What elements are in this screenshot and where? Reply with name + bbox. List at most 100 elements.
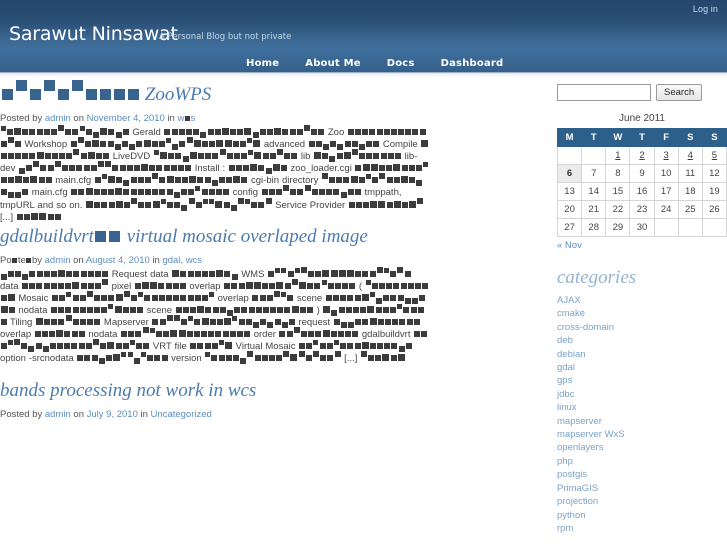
category-link[interactable]: debian <box>557 349 586 360</box>
calendar-day-anchor[interactable]: 4 <box>688 150 693 161</box>
nav-link-docs[interactable]: Docs <box>374 50 428 72</box>
category-list-item[interactable]: jdbc <box>557 388 727 401</box>
meta-category-link[interactable]: Uncategorized <box>151 409 212 420</box>
category-link[interactable]: mapserver <box>557 416 602 427</box>
site-title[interactable]: Sarawut Ninsawat <box>9 23 178 45</box>
category-list-item[interactable]: linux <box>557 401 727 414</box>
nav-item-about-me[interactable]: About Me <box>292 50 373 72</box>
post-title-link[interactable]: gdalbuildvrt virtual mosaic overlaped im… <box>0 226 368 247</box>
calendar-day-link[interactable]: 1 <box>605 146 631 165</box>
calendar-day[interactable]: 29 <box>605 218 631 237</box>
nav-link-home[interactable]: Home <box>233 50 292 72</box>
category-link[interactable]: deb <box>557 335 573 346</box>
search-input[interactable] <box>557 84 651 101</box>
calendar-day-anchor[interactable]: 1 <box>615 150 620 161</box>
post-title-link[interactable]: bands processing not work in wcs <box>0 380 256 401</box>
category-list-item[interactable]: projection <box>557 495 727 508</box>
calendar-day-anchor[interactable]: 5 <box>712 150 717 161</box>
calendar-day[interactable]: 24 <box>653 200 679 219</box>
calendar-prev-link[interactable]: « Nov <box>557 240 582 251</box>
category-list-item[interactable]: cmake <box>557 307 727 320</box>
calendar-day[interactable]: 20 <box>556 200 583 219</box>
category-link[interactable]: PrimaGIS <box>557 483 598 494</box>
category-link[interactable]: projection <box>557 496 598 507</box>
category-link[interactable]: mapserver WxS <box>557 429 625 440</box>
nav-item-dashboard[interactable]: Dashboard <box>428 50 517 72</box>
category-list-item[interactable]: mapserver WxS <box>557 428 727 441</box>
meta-author-link[interactable]: admin <box>45 255 71 266</box>
calendar-day[interactable]: 11 <box>677 164 703 183</box>
calendar-day[interactable]: 16 <box>629 182 655 201</box>
category-list-item[interactable]: openlayers <box>557 441 727 454</box>
meta-category-link[interactable]: gdal, wcs <box>162 255 202 266</box>
category-link[interactable]: gdal <box>557 362 575 373</box>
calendar-day[interactable]: 13 <box>556 182 583 201</box>
category-list-item[interactable]: mapserver <box>557 415 727 428</box>
calendar-day[interactable]: 26 <box>701 200 727 219</box>
meta-author-link[interactable]: admin <box>45 409 71 420</box>
category-list-item[interactable]: php <box>557 455 727 468</box>
nav-link-about-me[interactable]: About Me <box>292 50 373 72</box>
category-list-item[interactable]: postgis <box>557 468 727 481</box>
meta-date-link[interactable]: August 4, 2010 <box>86 255 150 266</box>
log-in-link[interactable]: Log in <box>693 4 718 14</box>
category-link[interactable]: jdbc <box>557 389 574 400</box>
calendar-day-link[interactable]: 5 <box>701 146 727 165</box>
meta-category-link[interactable]: ws <box>177 113 195 124</box>
category-link[interactable]: AJAX <box>557 295 581 306</box>
excerpt-word: advanced <box>263 139 306 151</box>
calendar-day[interactable]: 19 <box>701 182 727 201</box>
calendar-day-anchor[interactable]: 3 <box>663 150 668 161</box>
calendar-day[interactable]: 12 <box>701 164 727 183</box>
category-link[interactable]: cmake <box>557 308 585 319</box>
nav-item-home[interactable]: Home <box>233 50 292 72</box>
category-link[interactable]: python <box>557 510 586 521</box>
calendar-day[interactable]: 7 <box>581 164 607 183</box>
category-list-item[interactable]: rpm <box>557 522 727 535</box>
category-list-item[interactable]: gdal <box>557 361 727 374</box>
calendar-day[interactable]: 18 <box>677 182 703 201</box>
category-list-item[interactable]: debian <box>557 348 727 361</box>
meta-date-link[interactable]: November 4, 2010 <box>87 113 165 124</box>
post-title-link[interactable]: ZooWPS <box>0 80 211 105</box>
category-link[interactable]: cross-domain <box>557 322 614 333</box>
calendar-day[interactable]: 21 <box>581 200 607 219</box>
calendar-day[interactable]: 9 <box>629 164 655 183</box>
calendar-day[interactable]: 15 <box>605 182 631 201</box>
category-list-item[interactable]: gps <box>557 374 727 387</box>
category-list-item[interactable]: AJAX <box>557 294 727 307</box>
category-list-item[interactable]: python <box>557 509 727 522</box>
category-link[interactable]: gps <box>557 375 572 386</box>
category-link[interactable]: rpm <box>557 523 573 534</box>
category-link[interactable]: php <box>557 456 573 467</box>
calendar-day-link[interactable]: 3 <box>653 146 679 165</box>
category-list-item[interactable]: deb <box>557 334 727 347</box>
meta-date-link[interactable]: July 9, 2010 <box>87 409 138 420</box>
post-title[interactable]: gdalbuildvrt virtual mosaic overlaped im… <box>0 226 430 248</box>
category-list-item[interactable]: PrimaGIS <box>557 482 727 495</box>
category-link[interactable]: linux <box>557 402 577 413</box>
calendar-day[interactable]: 25 <box>677 200 703 219</box>
calendar-day-link[interactable]: 2 <box>629 146 655 165</box>
calendar-day-today[interactable]: 6 <box>556 164 583 183</box>
calendar-day[interactable]: 14 <box>581 182 607 201</box>
calendar-day-link[interactable]: 4 <box>677 146 703 165</box>
nav-link-dashboard[interactable]: Dashboard <box>428 50 517 72</box>
calendar-day[interactable]: 17 <box>653 182 679 201</box>
calendar-day[interactable]: 10 <box>653 164 679 183</box>
calendar-day[interactable]: 30 <box>629 218 655 237</box>
search-button[interactable]: Search <box>656 84 703 101</box>
calendar-day[interactable]: 27 <box>556 218 583 237</box>
post-title[interactable]: ZooWPS <box>0 80 430 106</box>
category-link[interactable]: postgis <box>557 469 587 480</box>
meta-author-link[interactable]: admin <box>45 113 71 124</box>
category-link[interactable]: openlayers <box>557 442 603 453</box>
calendar-day[interactable]: 23 <box>629 200 655 219</box>
calendar-day[interactable]: 8 <box>605 164 631 183</box>
nav-item-docs[interactable]: Docs <box>374 50 428 72</box>
calendar-day-anchor[interactable]: 2 <box>639 150 644 161</box>
post-title[interactable]: bands processing not work in wcs <box>0 380 430 402</box>
category-list-item[interactable]: cross-domain <box>557 321 727 334</box>
calendar-day[interactable]: 22 <box>605 200 631 219</box>
calendar-day[interactable]: 28 <box>581 218 607 237</box>
